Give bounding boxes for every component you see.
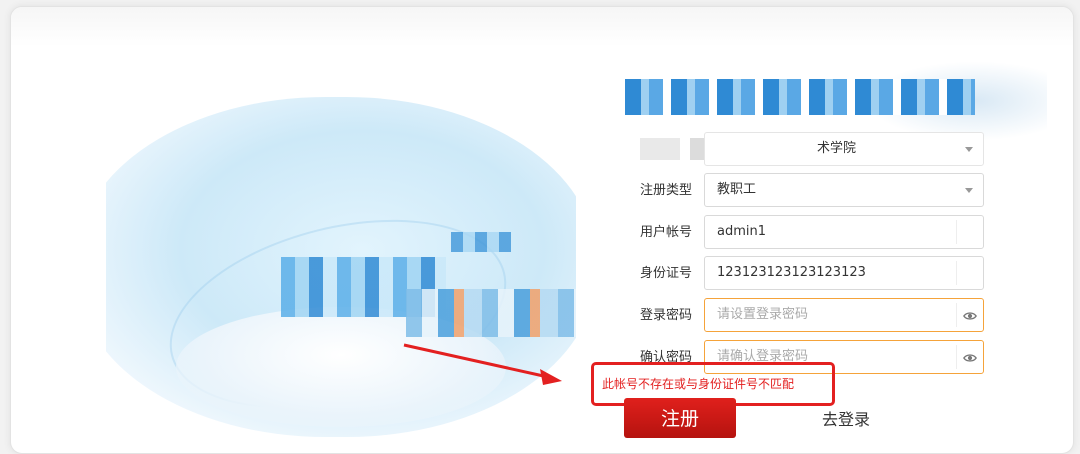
id-number-input-value: 123123123123123123 bbox=[717, 265, 866, 280]
chevron-down-icon bbox=[965, 147, 973, 152]
password-input[interactable]: 请设置登录密码 bbox=[704, 298, 984, 332]
register-button[interactable]: 注册 bbox=[624, 398, 736, 438]
error-message: 此帐号不存在或与身份证件号不匹配 bbox=[602, 377, 795, 391]
blurred-logo bbox=[625, 79, 975, 115]
platform-logo-banner bbox=[617, 61, 1047, 141]
register-type-select[interactable]: 教职工 bbox=[704, 173, 984, 207]
account-input[interactable]: admin1 bbox=[704, 215, 984, 249]
eye-icon[interactable] bbox=[963, 351, 977, 365]
hero-illustration bbox=[106, 67, 576, 437]
password-placeholder: 请设置登录密码 bbox=[717, 307, 809, 322]
eye-icon[interactable] bbox=[963, 309, 977, 323]
school-select[interactable]: 术学院 bbox=[704, 132, 984, 166]
register-type-value: 教职工 bbox=[717, 182, 757, 197]
id-number-input[interactable]: 123123123123123123 bbox=[704, 256, 984, 290]
go-login-link[interactable]: 去登录 bbox=[822, 406, 870, 430]
account-input-value: admin1 bbox=[717, 224, 767, 239]
chevron-down-icon bbox=[965, 188, 973, 193]
school-select-value: 术学院 bbox=[817, 141, 857, 156]
top-bar bbox=[11, 7, 1073, 47]
